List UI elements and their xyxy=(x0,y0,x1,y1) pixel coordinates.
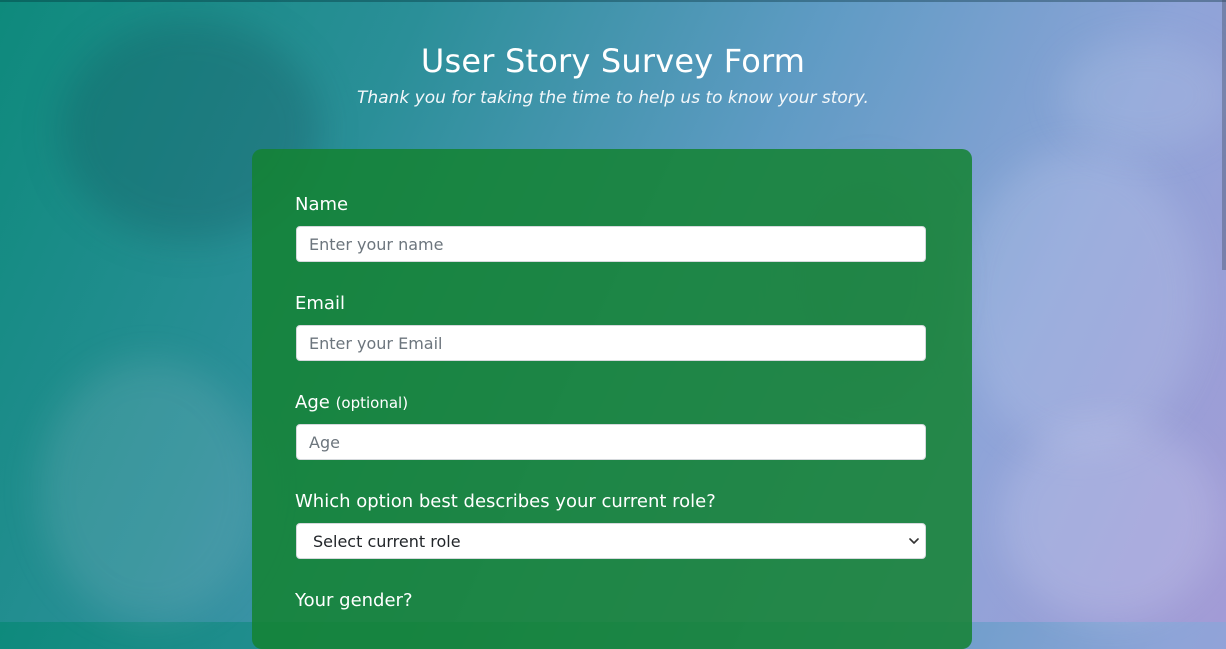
chevron-down-icon xyxy=(909,538,919,544)
role-dropdown-value: Select current role xyxy=(313,531,461,551)
role-label-text: Which option best describes your current… xyxy=(295,491,716,512)
page-scrollbar[interactable] xyxy=(1222,0,1226,270)
page-description: Thank you for taking the time to help us… xyxy=(357,88,869,108)
age-label-text: Age xyxy=(295,392,330,413)
email-input[interactable] xyxy=(296,325,926,361)
gender-label-text: Your gender? xyxy=(295,590,413,611)
email-label: Email xyxy=(295,293,345,314)
page-title: User Story Survey Form xyxy=(420,42,806,80)
survey-form: Name Email Age (optional) Which option b… xyxy=(252,149,972,649)
age-label: Age (optional) xyxy=(295,392,408,413)
email-label-text: Email xyxy=(295,293,345,314)
background-photo-region xyxy=(1000,420,1220,620)
gender-label: Your gender? xyxy=(295,590,413,611)
name-input[interactable] xyxy=(296,226,926,262)
background-photo-region xyxy=(40,360,260,620)
role-dropdown[interactable]: Select current role xyxy=(296,523,926,559)
background-photo-region xyxy=(960,150,1200,450)
age-input[interactable] xyxy=(296,424,926,460)
top-border xyxy=(0,0,1226,2)
page-header: User Story Survey Form Thank you for tak… xyxy=(0,42,1226,108)
name-label-text: Name xyxy=(295,194,349,215)
age-optional-note: (optional) xyxy=(335,394,409,412)
name-label: Name xyxy=(295,194,348,215)
role-label: Which option best describes your current… xyxy=(295,491,716,512)
